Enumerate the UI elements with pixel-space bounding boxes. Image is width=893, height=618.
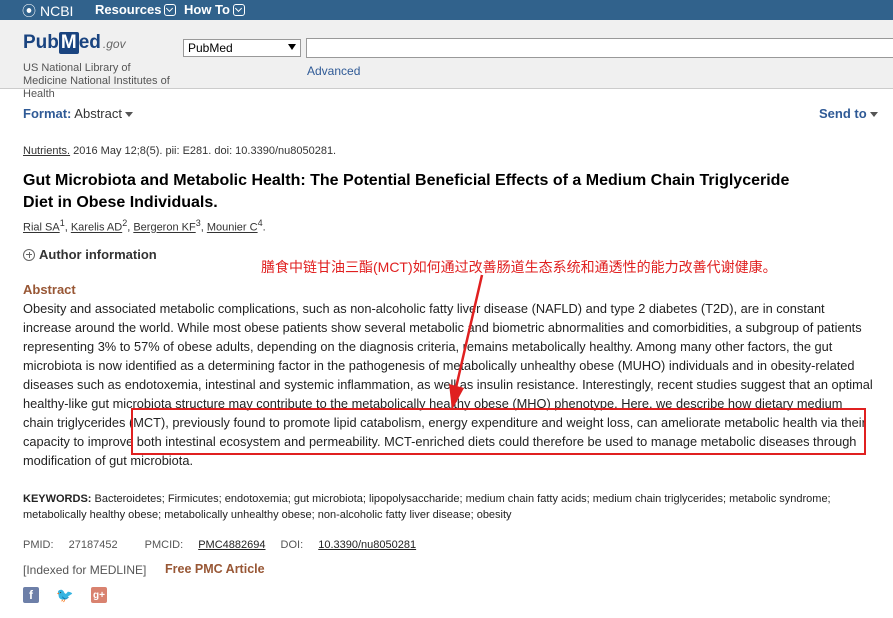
nlm-subtitle: US National Library of Medicine National… [23, 62, 170, 100]
database-select[interactable]: PubMed [183, 39, 301, 57]
search-input[interactable] [306, 38, 893, 58]
citation: Nutrients. 2016 May 12;8(5). pii: E281. … [23, 145, 337, 157]
pubmed-logo[interactable]: Pub Med .gov [23, 32, 126, 54]
format-selector[interactable]: Format: Abstract [23, 106, 133, 121]
twitter-icon[interactable]: 🐦 [56, 587, 74, 603]
indexed-for-medline: [Indexed for MEDLINE] [23, 563, 147, 577]
abstract-heading: Abstract [23, 282, 76, 297]
author-link[interactable]: Karelis AD [71, 222, 122, 234]
article-identifiers: PMID: 27187452 PMCID: PMC4882694 DOI: 10… [23, 539, 417, 551]
ncbi-topbar: ⦿ NCBI Resources How To [0, 0, 893, 20]
author-link[interactable]: Bergeron KF [133, 222, 195, 234]
how-to-menu[interactable]: How To [184, 2, 245, 17]
keywords: KEYWORDS: Bacteroidetes; Firmicutes; end… [23, 493, 831, 521]
expand-plus-icon [23, 248, 35, 261]
caret-down-icon [124, 112, 133, 118]
facebook-icon[interactable]: f [23, 587, 39, 603]
doi-link[interactable]: 10.3390/nu8050281 [318, 539, 416, 551]
ncbi-logo[interactable]: ⦿ NCBI [22, 1, 73, 21]
chevron-down-icon [232, 3, 245, 16]
caret-down-icon [869, 112, 878, 118]
article-title: Gut Microbiota and Metabolic Health: The… [23, 172, 790, 211]
author-list: Rial SA1, Karelis AD2, Bergeron KF3, Mou… [23, 218, 266, 234]
social-share: f 🐦 g+ [23, 587, 107, 603]
send-to-button[interactable]: Send to [819, 106, 878, 121]
author-link[interactable]: Rial SA [23, 222, 60, 234]
red-annotation-text: 膳食中链甘油三酯(MCT)如何通过改善肠道生态系统和通透性的能力改善代谢健康。 [261, 259, 777, 275]
author-information-toggle[interactable]: Author information [23, 247, 157, 262]
free-pmc-article-link[interactable]: Free PMC Article [165, 562, 265, 576]
journal-link[interactable]: Nutrients. [23, 145, 70, 157]
pmcid-link[interactable]: PMC4882694 [198, 539, 265, 551]
dropdown-arrow-icon [288, 44, 296, 50]
author-link[interactable]: Mounier C [207, 222, 258, 234]
google-plus-icon[interactable]: g+ [91, 587, 107, 603]
pubmed-header: Pub Med .gov US National Library of Medici… [0, 20, 893, 100]
ncbi-logo-icon: ⦿ [22, 3, 36, 19]
advanced-search-link[interactable]: Advanced [307, 64, 360, 78]
red-annotation-arrow [449, 274, 484, 410]
resources-menu[interactable]: Resources [95, 2, 177, 17]
chevron-down-icon [164, 3, 177, 16]
